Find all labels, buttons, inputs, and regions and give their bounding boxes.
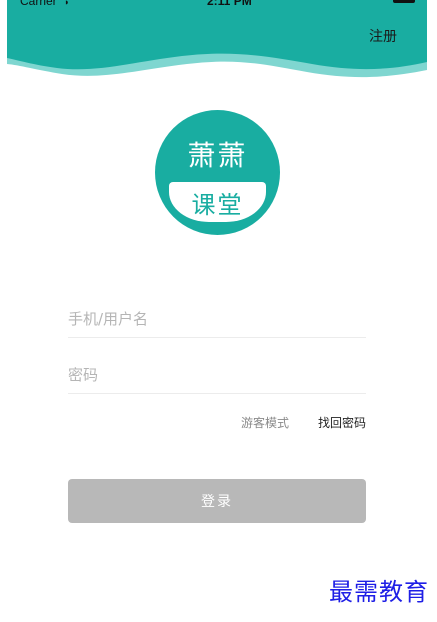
- logo-bottom-text: 课堂: [191, 190, 244, 219]
- auxiliary-links: 游客模式 找回密码: [68, 414, 366, 432]
- app-logo: 萧萧 课堂: [155, 110, 280, 235]
- header-banner: Carrier ◗ 2:11 PM 注册: [7, 0, 427, 86]
- password-input[interactable]: [68, 356, 366, 393]
- logo-top-section: 萧萧: [155, 110, 280, 178]
- password-field-wrapper: [68, 356, 366, 394]
- forgot-password-link[interactable]: 找回密码: [318, 414, 366, 431]
- login-button[interactable]: 登录: [68, 479, 366, 523]
- status-bar: Carrier ◗ 2:11 PM: [17, 0, 427, 8]
- watermark-text: 最需教育: [329, 578, 429, 606]
- logo-top-text: 萧萧: [187, 139, 248, 172]
- status-time: 2:11 PM: [207, 0, 252, 8]
- username-input[interactable]: [68, 300, 366, 337]
- battery-icon: [393, 0, 415, 3]
- carrier-text: Carrier: [20, 0, 57, 8]
- register-link[interactable]: 注册: [369, 26, 397, 46]
- login-screen: Carrier ◗ 2:11 PM 注册 萧萧 课堂 游客模式 找回密码 登录 …: [0, 0, 437, 622]
- wifi-icon: ◗: [64, 0, 70, 7]
- header-wave-background: [7, 0, 427, 86]
- carrier-label: Carrier ◗: [20, 0, 69, 8]
- guest-mode-link[interactable]: 游客模式: [241, 414, 289, 431]
- logo-bottom-section: 课堂: [169, 182, 266, 222]
- username-field-wrapper: [68, 300, 366, 338]
